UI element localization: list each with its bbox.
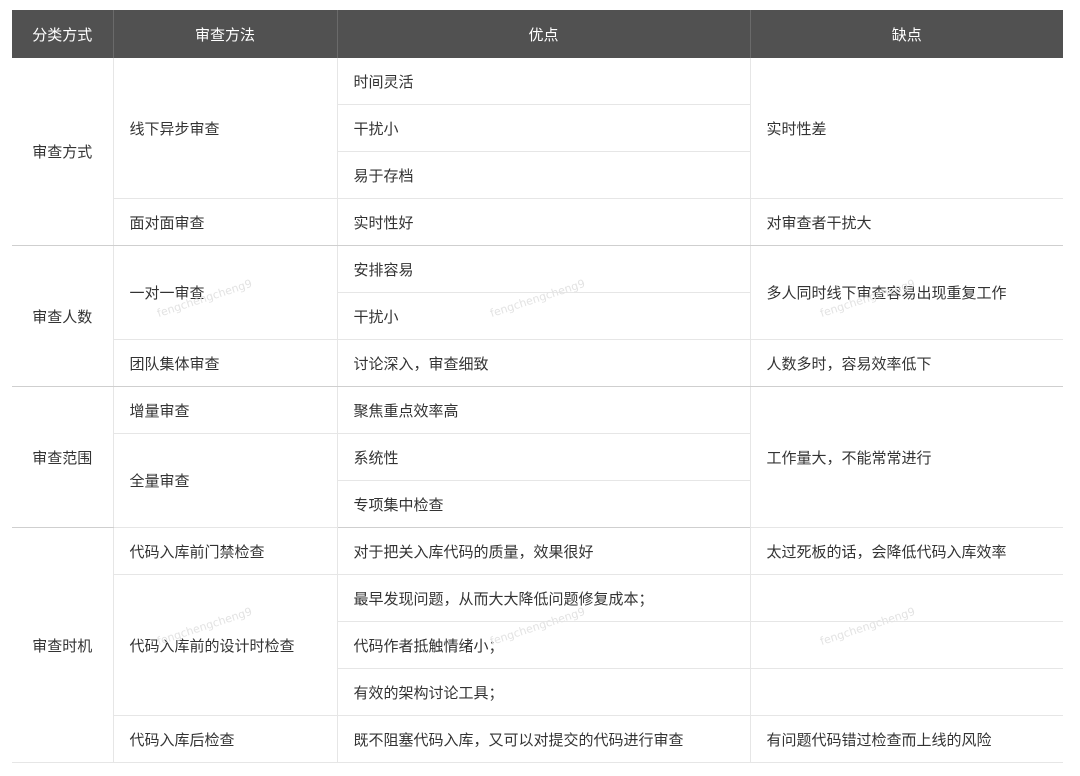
pro-cell: 最早发现问题，从而大大降低问题修复成本；	[336, 574, 750, 622]
table-row: 团队集体审查 讨论深入，审查细致 人数多时，容易效率低下	[12, 339, 1063, 387]
table-row: 面对面审查 实时性好 对审查者干扰大	[12, 198, 1063, 246]
category-cell: 审查时机	[12, 527, 113, 763]
con-cell: 人数多时，容易效率低下	[749, 339, 1063, 387]
con-cell-empty	[749, 668, 1063, 716]
pro-cell: 易于存档	[336, 151, 750, 199]
header-pros: 优点	[336, 10, 750, 58]
pro-cell: 系统性	[336, 433, 750, 481]
method-cell: 线下异步审查	[112, 58, 337, 199]
pro-cell: 既不阻塞代码入库，又可以对提交的代码进行审查	[336, 715, 750, 763]
pro-cell: 干扰小	[336, 104, 750, 152]
method-cell: 一对一审查	[112, 245, 337, 340]
table-row: 代码入库前的设计时检查 最早发现问题，从而大大降低问题修复成本；	[12, 574, 1063, 716]
con-cell: 有问题代码错过检查而上线的风险	[749, 715, 1063, 763]
pro-cell: 专项集中检查	[336, 480, 750, 528]
pro-cell: 聚焦重点效率高	[336, 386, 750, 434]
header-method: 审查方法	[112, 10, 337, 58]
category-cell: 审查人数	[12, 245, 113, 387]
method-cell: 代码入库前的设计时检查	[112, 574, 337, 716]
method-cell: 团队集体审查	[112, 339, 337, 387]
pro-cell: 时间灵活	[336, 58, 750, 105]
method-cell: 代码入库后检查	[112, 715, 337, 763]
method-cell: 增量审查	[112, 386, 337, 434]
category-cell: 审查范围	[12, 386, 113, 528]
pro-cell: 有效的架构讨论工具；	[336, 668, 750, 716]
con-cell-empty	[749, 621, 1063, 669]
con-cell-empty	[749, 574, 1063, 622]
header-row: 分类方式 审查方法 优点 缺点	[12, 10, 1063, 58]
category-cell: 审查方式	[12, 58, 113, 246]
table-row: 审查范围 增量审查 聚焦重点效率高 工作量大，不能常常进行	[12, 386, 1063, 528]
table-row: 代码入库后检查 既不阻塞代码入库，又可以对提交的代码进行审查 有问题代码错过检查…	[12, 715, 1063, 763]
header-cons: 缺点	[749, 10, 1063, 58]
con-cell: 太过死板的话，会降低代码入库效率	[749, 527, 1063, 575]
pro-cell: 代码作者抵触情绪小；	[336, 621, 750, 669]
pro-cell: 干扰小	[336, 292, 750, 340]
method-cell: 全量审查	[112, 433, 337, 528]
pro-cell: 讨论深入，审查细致	[336, 339, 750, 387]
con-cell: 工作量大，不能常常进行	[749, 386, 1063, 528]
pro-cell: 安排容易	[336, 245, 750, 293]
table-row: 审查方式 线下异步审查 时间灵活 实时性差	[12, 58, 1063, 246]
table-row: 审查人数 一对一审查 安排容易 多人同时线下审查容易出现重复工作	[12, 245, 1063, 387]
pro-cell: 实时性好	[336, 198, 750, 246]
method-cell: 代码入库前门禁检查	[112, 527, 337, 575]
method-cell: 面对面审查	[112, 198, 337, 246]
con-cell: 实时性差	[749, 58, 1063, 199]
header-category: 分类方式	[12, 10, 113, 58]
review-methods-table: 分类方式 审查方法 优点 缺点 审查方式 线下异步审查 时间灵活 实时性差 干扰…	[12, 10, 1063, 763]
con-cell: 多人同时线下审查容易出现重复工作	[749, 245, 1063, 340]
con-cell: 对审查者干扰大	[749, 198, 1063, 246]
table-row: 审查时机 代码入库前门禁检查 对于把关入库代码的质量，效果很好 太过死板的话，会…	[12, 527, 1063, 763]
pro-cell: 对于把关入库代码的质量，效果很好	[336, 527, 750, 575]
